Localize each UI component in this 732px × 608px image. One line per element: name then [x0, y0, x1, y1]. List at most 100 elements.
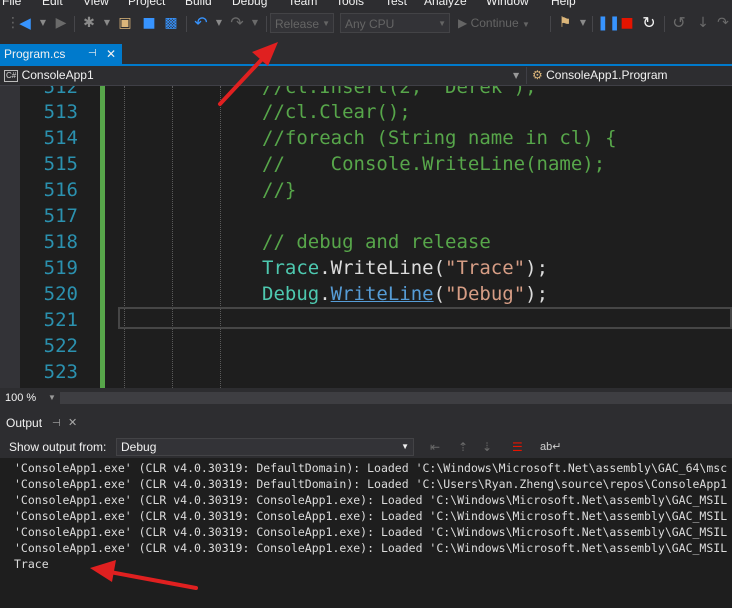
writeline-link[interactable]: WriteLine	[331, 283, 434, 305]
flag-dropdown-icon[interactable]: ▼	[574, 14, 592, 32]
menu-debug[interactable]: Debug	[232, 0, 267, 8]
class-icon: ⚙	[532, 68, 543, 82]
menu-build[interactable]: Build	[185, 0, 212, 8]
code-line: //cl.Clear();	[262, 101, 411, 123]
line-number: 518	[43, 231, 78, 253]
menu-analyze[interactable]: Analyze	[424, 0, 467, 8]
navigation-bar: C# ConsoleApp1 ▼ ⚙ ConsoleApp1.Program	[0, 66, 732, 86]
line-number: 523	[43, 361, 78, 383]
output-source-select[interactable]: Debug ▼	[116, 438, 414, 456]
undo-dropdown-icon[interactable]: ▼	[210, 14, 228, 32]
menu-edit[interactable]: Edit	[42, 0, 63, 8]
code-line: // debug and release	[262, 231, 491, 253]
show-next-statement-icon[interactable]: ↺	[670, 14, 688, 32]
code-line: Trace.WriteLine("Trace");	[262, 257, 549, 279]
code-line: Debug.WriteLine("Debug");	[262, 283, 549, 305]
menu-test[interactable]: Test	[385, 0, 407, 8]
separator	[592, 16, 593, 32]
zoom-bar: 100 % ▼	[0, 388, 732, 408]
previous-message-icon[interactable]: ⇡	[458, 436, 468, 458]
line-number: 512	[43, 86, 78, 98]
close-icon[interactable]: ✕	[106, 44, 116, 64]
solution-configuration-select[interactable]: Release ▼	[270, 13, 334, 33]
step-over-icon[interactable]: ↷	[714, 14, 732, 32]
forward-icon[interactable]: ▶	[52, 14, 70, 32]
menu-team[interactable]: Team	[288, 0, 317, 8]
menu-help[interactable]: Help	[551, 0, 576, 8]
csharp-project-icon: C#	[4, 69, 19, 82]
save-all-icon[interactable]: ▩	[162, 14, 180, 32]
output-text[interactable]: 'ConsoleApp1.exe' (CLR v4.0.30319: Defau…	[0, 458, 732, 608]
pin-icon[interactable]: ⊣	[88, 44, 97, 64]
clear-all-icon[interactable]: ☰	[512, 436, 523, 458]
output-line: 'ConsoleApp1.exe' (CLR v4.0.30319: Conso…	[14, 541, 728, 555]
separator	[74, 16, 75, 32]
separator	[266, 16, 267, 32]
back-icon[interactable]: ◀	[16, 14, 34, 32]
zoom-level-select[interactable]: 100 %	[5, 388, 36, 408]
solution-platform-select[interactable]: Any CPU ▼	[340, 13, 450, 33]
code-line: //foreach (String name in cl) {	[262, 127, 617, 149]
chevron-down-icon[interactable]: ▼	[513, 66, 519, 85]
restart-icon[interactable]: ↻	[640, 14, 658, 32]
output-line: 'ConsoleApp1.exe' (CLR v4.0.30319: Defau…	[14, 477, 728, 491]
output-line: Trace	[14, 557, 49, 571]
project-select[interactable]: C# ConsoleApp1	[4, 66, 524, 85]
line-number: 513	[43, 101, 78, 123]
continue-button[interactable]: ▶ Continue ▼	[458, 13, 530, 33]
chevron-down-icon: ▼	[322, 19, 330, 28]
tab-program-cs[interactable]: Program.cs ⊣ ✕	[0, 44, 122, 64]
open-folder-icon[interactable]: ▣	[116, 14, 134, 32]
pin-icon[interactable]: ⊣	[52, 413, 61, 434]
save-icon[interactable]: ■	[140, 14, 158, 32]
menu-project[interactable]: Project	[128, 0, 165, 8]
word-wrap-icon[interactable]: ab↵	[540, 436, 561, 458]
class-select[interactable]: ⚙ ConsoleApp1.Program	[532, 66, 732, 85]
play-icon: ▶	[458, 16, 468, 30]
thread-flag-icon[interactable]: ⚑	[556, 14, 574, 32]
separator	[550, 16, 551, 32]
menu-bar: File Edit View Project Build Debug Team …	[0, 0, 732, 8]
redo-dropdown-icon[interactable]: ▼	[246, 14, 264, 32]
stop-icon[interactable]: ■	[618, 14, 636, 32]
back-dropdown-icon[interactable]: ▼	[34, 14, 52, 32]
separator	[186, 16, 187, 32]
chevron-down-icon: ▼	[521, 20, 530, 29]
line-number: 521	[43, 309, 78, 331]
menu-window[interactable]: Window	[486, 0, 529, 8]
new-dropdown-icon[interactable]: ▼	[98, 14, 116, 32]
output-toolbar: Show output from: Debug ▼ ⇤ ⇡ ⇣ ☰ ab↵	[0, 436, 732, 458]
redo-icon[interactable]: ↷	[228, 14, 246, 32]
line-number: 522	[43, 335, 78, 357]
output-line: 'ConsoleApp1.exe' (CLR v4.0.30319: Conso…	[14, 493, 728, 507]
indent-guide	[172, 86, 173, 388]
step-into-icon[interactable]: ↓	[694, 14, 712, 32]
new-project-icon[interactable]: ✱	[80, 14, 98, 32]
next-message-icon[interactable]: ⇣	[482, 436, 492, 458]
current-line-highlight	[118, 307, 732, 329]
line-number: 514	[43, 127, 78, 149]
code-line: //cl.Insert(2, "Derek");	[262, 86, 537, 98]
output-line: 'ConsoleApp1.exe' (CLR v4.0.30319: Defau…	[14, 461, 728, 475]
close-icon[interactable]: ✕	[68, 413, 77, 434]
menu-view[interactable]: View	[83, 0, 109, 8]
find-message-icon[interactable]: ⇤	[430, 436, 440, 458]
menu-file[interactable]: File	[2, 0, 21, 8]
menu-tools[interactable]: Tools	[336, 0, 364, 8]
indicator-margin	[0, 86, 20, 388]
chevron-down-icon: ▼	[401, 442, 409, 451]
separator	[664, 16, 665, 32]
indent-guide	[124, 86, 125, 388]
output-line: 'ConsoleApp1.exe' (CLR v4.0.30319: Conso…	[14, 509, 728, 523]
indent-guide	[220, 86, 221, 388]
output-line: 'ConsoleApp1.exe' (CLR v4.0.30319: Conso…	[14, 525, 728, 539]
toolbar: ⋮ ◀ ▼ ▶ ✱ ▼ ▣ ■ ▩ ↶ ▼ ↷ ▼ Release ▼ Any C…	[0, 8, 732, 40]
line-number: 519	[43, 257, 78, 279]
chevron-down-icon[interactable]: ▼	[48, 388, 56, 408]
line-number: 515	[43, 153, 78, 175]
undo-icon[interactable]: ↶	[192, 14, 210, 32]
code-editor[interactable]: 512 513 514 515 516 517 518 519 520 521 …	[0, 86, 732, 388]
pause-icon[interactable]: ❚❚	[597, 14, 620, 32]
horizontal-scrollbar[interactable]	[60, 392, 732, 404]
separator	[526, 67, 527, 84]
